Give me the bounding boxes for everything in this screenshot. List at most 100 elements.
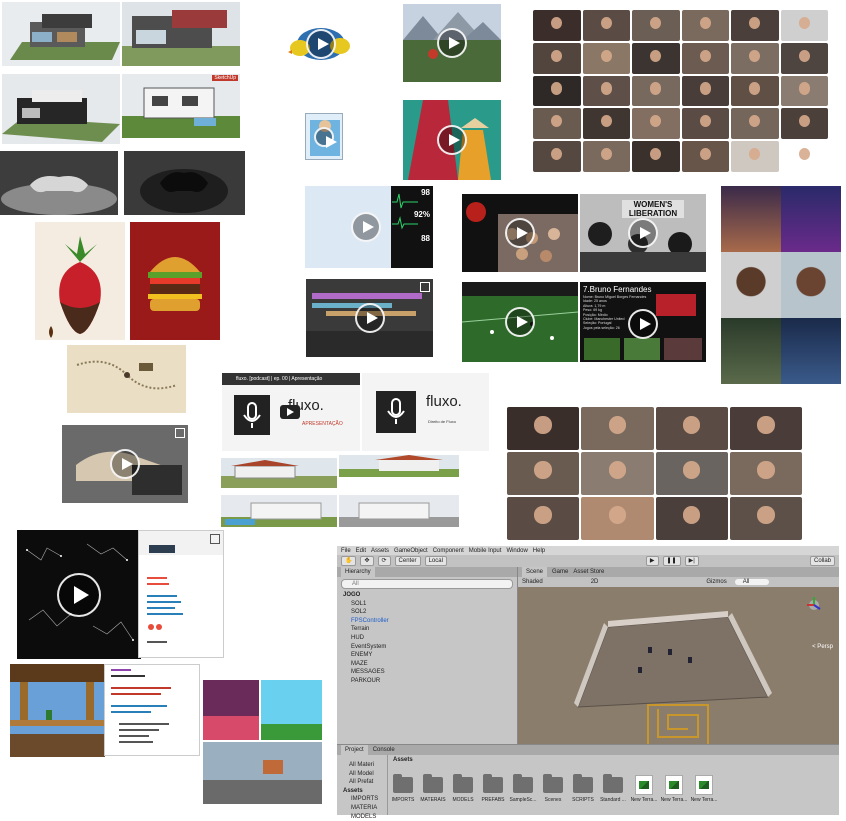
- gizmos-dropdown[interactable]: Gizmos: [706, 579, 726, 585]
- folder-icon[interactable]: [573, 774, 593, 793]
- favorite-item[interactable]: All Prefat: [337, 778, 387, 787]
- menu-help[interactable]: Help: [533, 548, 545, 554]
- medical-monitor-thumbnail[interactable]: 98 92% 88: [305, 186, 433, 268]
- hierarchy-item[interactable]: MAZE: [337, 660, 517, 669]
- menu-component[interactable]: Component: [433, 548, 464, 554]
- scene-view[interactable]: Scene Game Asset Store Shaded 2D Gizmos …: [518, 567, 839, 744]
- collab-button[interactable]: Collab: [809, 556, 835, 566]
- play-icon[interactable]: [437, 125, 467, 155]
- constellation-video-thumbnail[interactable]: [17, 530, 141, 659]
- sketchup-badge: SketchUp: [212, 75, 238, 81]
- youtube-play-button[interactable]: [280, 405, 300, 419]
- hierarchy-item[interactable]: PARKOUR: [337, 677, 517, 686]
- folder-icon[interactable]: [453, 774, 473, 793]
- music-daw-thumbnail[interactable]: [306, 279, 433, 357]
- shading-dropdown[interactable]: Shaded: [522, 579, 543, 585]
- tab-asset-store[interactable]: Asset Store: [573, 569, 604, 575]
- play-icon[interactable]: [314, 126, 337, 148]
- fluxo-podcast-video[interactable]: fluxo. [podcast] | ep. 00 | Apresentação…: [222, 373, 360, 451]
- mode-2d-toggle[interactable]: 2D: [591, 579, 599, 585]
- play-icon[interactable]: [505, 218, 535, 248]
- tab-project[interactable]: Project: [341, 745, 368, 755]
- tab-console[interactable]: Console: [373, 747, 395, 753]
- fluxo-subtitle: Direito de Fluxo: [428, 419, 457, 424]
- menu-window[interactable]: Window: [506, 548, 527, 554]
- pivot-center-button[interactable]: Center: [394, 556, 421, 566]
- folder-item[interactable]: IMPORTS: [337, 795, 387, 804]
- play-icon[interactable]: [351, 212, 382, 242]
- menu-edit[interactable]: Edit: [356, 548, 366, 554]
- folder-icon[interactable]: [393, 774, 413, 793]
- folder-icon[interactable]: [423, 774, 443, 793]
- rotate-tool-button[interactable]: ⟳: [377, 556, 391, 566]
- play-icon[interactable]: [306, 29, 336, 59]
- pivot-local-button[interactable]: Local: [424, 556, 447, 566]
- play-icon[interactable]: [505, 307, 535, 337]
- play-icon[interactable]: [354, 303, 385, 333]
- hierarchy-root[interactable]: JOGO: [337, 591, 517, 600]
- player-profile-card[interactable]: 7.Bruno Fernandes Nome: Bruno Miguel Bor…: [580, 282, 706, 362]
- hierarchy-item[interactable]: EventSystem: [337, 643, 517, 652]
- mountain-animation-thumbnail[interactable]: [403, 4, 501, 82]
- perspective-label[interactable]: < Persp: [812, 644, 833, 650]
- scene-search[interactable]: All: [734, 579, 770, 585]
- tab-game[interactable]: Game: [552, 569, 568, 575]
- folder-icon[interactable]: [603, 774, 623, 793]
- code-listing-2: [104, 664, 200, 756]
- play-icon[interactable]: [628, 218, 658, 248]
- code-editor-thumbnail[interactable]: [138, 530, 224, 658]
- tab-scene[interactable]: Scene: [522, 567, 548, 577]
- external-link-icon[interactable]: [175, 428, 185, 438]
- play-icon[interactable]: [57, 572, 101, 617]
- samurai-animation-thumbnail[interactable]: [403, 100, 501, 180]
- step-button[interactable]: ▶|: [684, 556, 699, 566]
- tab-hierarchy[interactable]: Hierarchy: [341, 567, 375, 577]
- menu-gameobject[interactable]: GameObject: [394, 548, 428, 554]
- folder-icon[interactable]: [543, 774, 563, 793]
- hierarchy-search[interactable]: All: [341, 579, 513, 589]
- play-icon[interactable]: [437, 28, 467, 58]
- folder-assets[interactable]: Assets: [337, 787, 387, 796]
- hierarchy-item[interactable]: Terrain: [337, 625, 517, 634]
- move-tool-button[interactable]: ✥: [360, 556, 374, 566]
- strawberry-illustration: [35, 222, 125, 340]
- platformer-game-screenshot: [10, 664, 105, 757]
- terrain-asset-icon[interactable]: [695, 775, 713, 795]
- folder-icon[interactable]: [483, 774, 503, 793]
- bedroom-animation-thumbnail[interactable]: [305, 113, 343, 160]
- hierarchy-item[interactable]: HUD: [337, 634, 517, 643]
- womens-liberation-thumbnail[interactable]: WOMEN'S LIBERATION: [580, 194, 706, 272]
- hierarchy-item[interactable]: ENEMY: [337, 651, 517, 660]
- menu-assets[interactable]: Assets: [371, 548, 389, 554]
- football-match-thumbnail[interactable]: [462, 282, 578, 362]
- sketch-map-thumbnail: [67, 345, 186, 413]
- microphone-icon: [234, 395, 270, 435]
- duck-animation-thumbnail[interactable]: [288, 22, 354, 66]
- terrain-asset-icon[interactable]: [635, 775, 653, 795]
- video-call-grid-2: [505, 405, 804, 542]
- sneaker-video-thumbnail[interactable]: [62, 425, 188, 503]
- fluxo-podcast-cover: fluxo. Direito de Fluxo: [362, 373, 489, 451]
- hierarchy-item[interactable]: FPSController: [337, 617, 517, 626]
- folder-icon[interactable]: [513, 774, 533, 793]
- menu-file[interactable]: File: [341, 548, 351, 554]
- favorite-item[interactable]: All Materi: [337, 761, 387, 770]
- hierarchy-item[interactable]: SOL2: [337, 608, 517, 617]
- favorite-item[interactable]: All Model: [337, 770, 387, 779]
- folder-item[interactable]: MODELS: [337, 813, 387, 821]
- external-link-icon[interactable]: [420, 282, 430, 292]
- play-icon[interactable]: [628, 308, 658, 339]
- play-button[interactable]: ▶: [645, 556, 659, 566]
- hierarchy-item[interactable]: SOL1: [337, 600, 517, 609]
- asset-browser: Assets IMPORTS MATERAIS MODELS PREFABS S…: [389, 755, 839, 815]
- hand-tool-button[interactable]: ✋: [341, 556, 357, 566]
- play-icon[interactable]: [110, 449, 140, 479]
- external-link-icon[interactable]: [210, 534, 220, 544]
- pause-button[interactable]: ❚❚: [662, 556, 681, 566]
- hierarchy-item[interactable]: MESSAGES: [337, 668, 517, 677]
- asset-breadcrumb[interactable]: Assets: [389, 755, 839, 765]
- crowd-thumbnail[interactable]: [462, 194, 578, 272]
- folder-item[interactable]: MATERIA: [337, 804, 387, 813]
- menu-mobile-input[interactable]: Mobile Input: [469, 548, 502, 554]
- terrain-asset-icon[interactable]: [665, 775, 683, 795]
